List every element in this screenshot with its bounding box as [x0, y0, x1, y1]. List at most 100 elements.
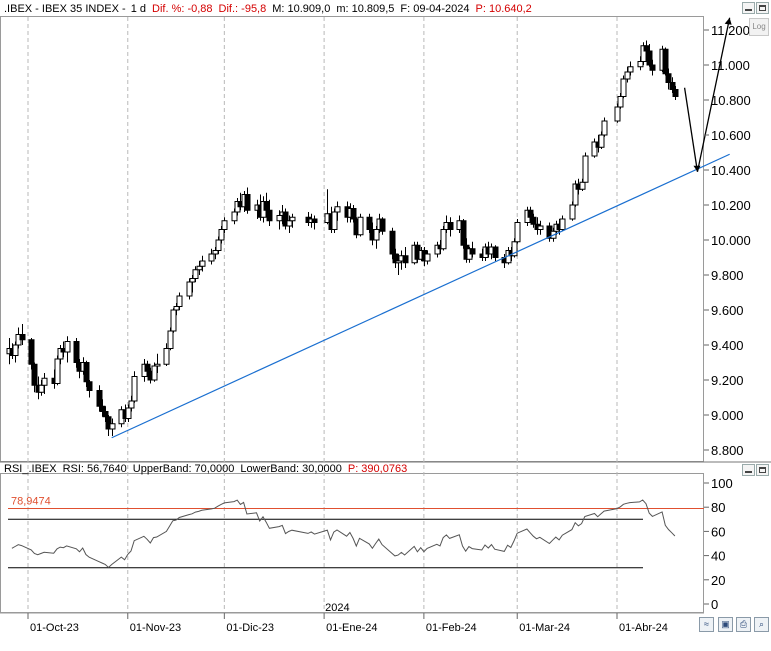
- candle-down: [492, 246, 499, 258]
- rsi-tick-label: 100: [711, 476, 733, 491]
- x-tick-label: 01-Nov-23: [130, 622, 181, 634]
- candle-up: [579, 181, 586, 190]
- candle-up: [38, 384, 45, 393]
- price-tick-label: 10.800: [711, 93, 751, 108]
- price-tick-label: 11.200: [711, 23, 750, 38]
- price-tick-label: 9.000: [711, 408, 744, 423]
- candle-down: [86, 381, 93, 391]
- zoom-icon[interactable]: ⌕: [754, 617, 769, 632]
- candle-down: [646, 50, 653, 66]
- draw-tool-icon[interactable]: ≈: [699, 617, 714, 632]
- high-label: M: 10.909,0: [272, 3, 331, 15]
- candle-up: [582, 155, 589, 183]
- candle-up: [109, 423, 116, 430]
- candle-down: [665, 73, 672, 83]
- candle-up: [620, 78, 627, 97]
- rsi-tick-label: 20: [711, 573, 725, 588]
- rsi-line: [11, 499, 676, 569]
- rsi-tick-label: 80: [711, 500, 725, 515]
- candle-up: [286, 220, 293, 227]
- candle-up: [537, 225, 544, 230]
- trendline: [111, 153, 730, 439]
- interval-label: 1 d: [130, 3, 147, 15]
- x-tick-label: 01-Abr-24: [619, 622, 668, 634]
- candle-up: [215, 239, 222, 251]
- rsi-panel-frame: [0, 473, 704, 613]
- candle-up: [173, 306, 180, 311]
- rsi-header: RSI_.IBEX RSI: 56,7640 UpperBand: 70,0000 L…: [4, 463, 413, 475]
- candle-up: [189, 278, 196, 283]
- price-tick-label: 10.000: [711, 233, 751, 248]
- candle-down: [144, 363, 151, 372]
- candle-up: [125, 407, 132, 419]
- candle-up: [196, 265, 203, 271]
- candle-up: [221, 220, 228, 230]
- rsi-panel-maximize-button[interactable]: [756, 464, 769, 476]
- price-tick-label: 9.400: [711, 338, 744, 353]
- candle-down: [311, 218, 318, 223]
- save-icon[interactable]: ▣: [718, 617, 733, 632]
- candle-down: [669, 82, 676, 90]
- symbol-label: .IBEX - IBEX 35 INDEX -: [4, 3, 129, 15]
- candle-up: [167, 330, 174, 349]
- candle-up: [12, 344, 19, 356]
- candle-down: [402, 255, 409, 264]
- candle-down: [244, 194, 251, 211]
- candle-down: [379, 218, 386, 232]
- candle-up: [598, 134, 605, 148]
- candle-up: [334, 206, 341, 213]
- candle-up: [176, 295, 183, 307]
- change-label: Dif.: -95,8: [218, 3, 267, 15]
- rsi-panel-minimize-button[interactable]: [742, 464, 755, 476]
- candle-up: [151, 365, 158, 381]
- x-tick-label: 01-Mar-24: [519, 622, 570, 634]
- rsi-level-label: 78,9474: [11, 495, 51, 507]
- candle-up: [624, 71, 631, 80]
- rsi-upper-label: UpperBand: 70,0000: [132, 463, 235, 475]
- price-tick-label: 9.600: [711, 303, 744, 318]
- rsi-tick-label: 60: [711, 524, 725, 539]
- candle-up: [289, 216, 296, 222]
- candle-up: [41, 377, 48, 386]
- candle-down: [96, 390, 103, 407]
- rsi-value-label: RSI: 56,7640: [62, 463, 127, 475]
- candle-up: [212, 250, 219, 255]
- candle-up: [199, 260, 206, 267]
- price-tick-label: 9.200: [711, 373, 744, 388]
- print-icon[interactable]: ⎙: [736, 617, 751, 632]
- candle-down: [643, 45, 650, 52]
- price-tick-label: 10.600: [711, 128, 751, 143]
- candle-up: [569, 204, 576, 220]
- candle-up: [231, 211, 238, 222]
- candle-up: [514, 222, 521, 243]
- candle-up: [614, 106, 621, 122]
- x-tick-label: 01-Dic-23: [226, 622, 274, 634]
- candle-up: [373, 229, 380, 241]
- log-scale-button[interactable]: Log: [749, 18, 769, 36]
- candle-down: [527, 209, 534, 218]
- candle-up: [424, 253, 431, 262]
- year-label: 2024: [325, 602, 349, 614]
- candle-down: [73, 341, 80, 363]
- candle-down: [460, 220, 467, 246]
- candle-up: [331, 211, 338, 230]
- candle-up: [357, 216, 364, 236]
- candle-up: [170, 309, 177, 332]
- price-panel-maximize-button[interactable]: [756, 2, 769, 14]
- x-tick-label: 01-Ene-24: [326, 622, 377, 634]
- candle-down: [99, 405, 106, 412]
- rsi-lower-label: LowerBand: 30,0000: [240, 463, 342, 475]
- candle-up: [601, 120, 608, 136]
- rsi-pointer-label: P: 390,0763: [347, 463, 408, 475]
- candle-up: [192, 269, 199, 279]
- candle-up: [617, 96, 624, 108]
- pointer-label: P: 10.640,2: [475, 3, 532, 15]
- candle-up: [186, 281, 193, 297]
- candle-up: [440, 229, 447, 250]
- change-pct-label: Dif. %: -0,88: [152, 3, 213, 15]
- price-panel-minimize-button[interactable]: [742, 2, 755, 14]
- candle-down: [530, 216, 537, 225]
- candle-down: [263, 201, 270, 211]
- candle-down: [447, 222, 454, 230]
- price-tick-label: 10.400: [711, 163, 751, 178]
